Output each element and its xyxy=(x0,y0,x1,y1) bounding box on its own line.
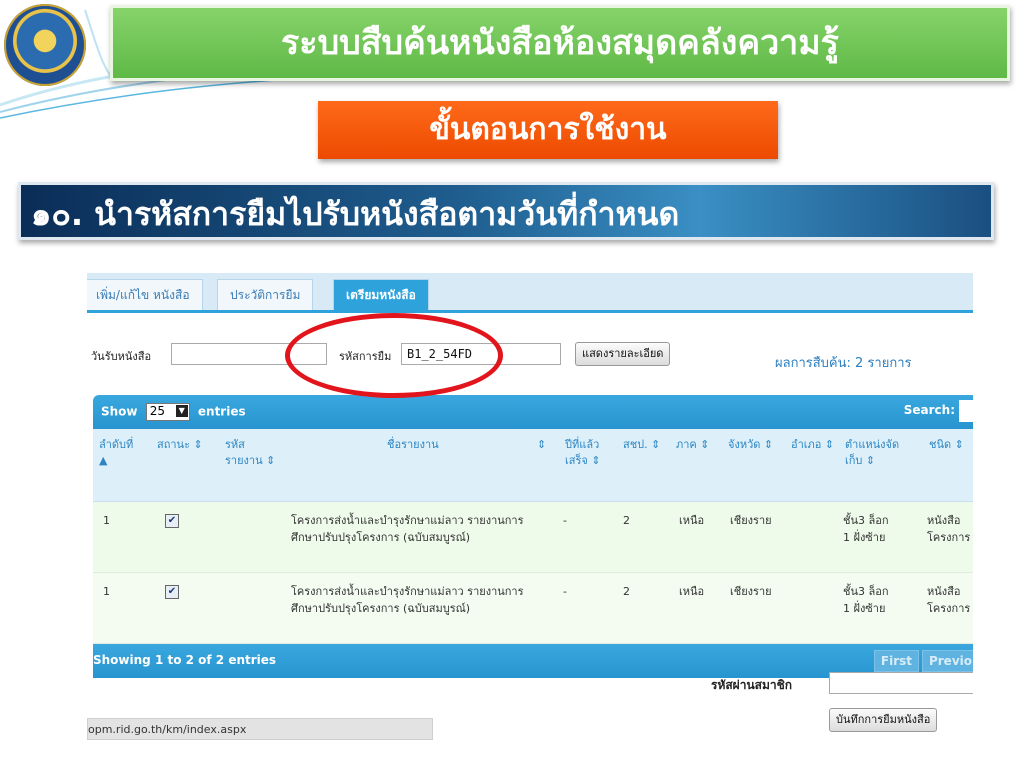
app-screenshot: เพิ่ม/แก้ไข หนังสือ ประวัติการยืม เตรียม… xyxy=(87,270,973,745)
status-bar-url: opm.rid.go.th/km/index.aspx xyxy=(87,718,433,740)
col-province[interactable]: จังหวัด ⇕ xyxy=(728,437,773,453)
slide-subtitle: ขั้นตอนการใช้งาน xyxy=(318,101,778,159)
col-type[interactable]: ชนิด ⇕ xyxy=(929,437,964,453)
col-year[interactable]: ปีที่แล้วเสร็จ ⇕ xyxy=(565,437,605,469)
search-result-count: ผลการสืบค้น: 2 รายการ xyxy=(775,356,912,371)
chevron-down-icon: ▼ xyxy=(175,405,188,417)
tab-edit-book[interactable]: เพิ่ม/แก้ไข หนังสือ xyxy=(87,279,203,310)
col-no[interactable]: ลำดับที่ ▲ xyxy=(99,437,139,469)
report-name: โครงการส่งน้ำและบำรุงรักษาแม่ลาว รายงานก… xyxy=(291,585,524,615)
table-header-row: ลำดับที่ ▲ สถานะ ⇕ รหัสรายงาน ⇕ ชื่อรายง… xyxy=(93,429,973,502)
first-page-button[interactable]: First xyxy=(873,650,919,672)
col-status[interactable]: สถานะ ⇕ xyxy=(157,437,213,453)
table-toolbar: Show 25 ▼ entries Search: xyxy=(93,395,973,429)
status-checkbox[interactable]: ✔ xyxy=(165,514,179,528)
search-label: Search: xyxy=(903,403,955,417)
show-detail-button[interactable]: แสดงรายละเอียด xyxy=(575,342,671,366)
tab-borrow-history[interactable]: ประวัติการยืม xyxy=(217,279,314,310)
col-code[interactable]: รหัสรายงาน ⇕ xyxy=(225,437,281,469)
previous-page-button[interactable]: Previo xyxy=(921,650,973,672)
status-checkbox[interactable]: ✔ xyxy=(165,585,179,599)
agency-seal-logo xyxy=(4,4,86,86)
entries-info: Showing 1 to 2 of 2 entries xyxy=(93,653,277,667)
member-password-label: รหัสผ่านสมาชิก xyxy=(711,678,793,692)
step-heading: ๑๐. นำรหัสการยืมไปรับหนังสือตามวันที่กำห… xyxy=(18,182,994,240)
tab-prepare-book[interactable]: เตรียมหนังสือ xyxy=(333,279,429,310)
report-name: โครงการส่งน้ำและบำรุงรักษาแม่ลาว รายงานก… xyxy=(291,514,524,544)
results-table: Show 25 ▼ entries Search: ลำดับที่ ▲ สถาน… xyxy=(93,395,973,678)
highlight-circle xyxy=(285,313,503,398)
save-borrow-button[interactable]: บันทึกการยืมหนังสือ xyxy=(829,708,938,732)
col-region[interactable]: ภาค ⇕ xyxy=(676,437,710,453)
slide-title: ระบบสืบค้นหนังสือห้องสมุดคลังความรู้ xyxy=(110,5,1010,81)
member-password-input[interactable] xyxy=(829,672,973,694)
col-district[interactable]: อำเภอ ⇕ xyxy=(791,437,834,453)
sort-icon: ⇕ xyxy=(537,438,547,451)
entries-label: entries xyxy=(197,404,246,419)
search-input[interactable] xyxy=(959,400,973,422)
col-office[interactable]: สชป. ⇕ xyxy=(623,437,660,453)
show-label: Show xyxy=(101,404,138,419)
entries-select[interactable]: 25 ▼ xyxy=(145,403,190,421)
table-row[interactable]: 1 ✔ โครงการส่งน้ำและบำรุงรักษาแม่ลาว ราย… xyxy=(93,573,973,644)
tab-bar: เพิ่ม/แก้ไข หนังสือ ประวัติการยืม เตรียม… xyxy=(87,270,973,313)
col-location[interactable]: ตำแหน่งจัดเก็บ ⇕ xyxy=(845,437,915,469)
receive-date-label: วันรับหนังสือ xyxy=(91,350,152,363)
table-row[interactable]: 1 ✔ โครงการส่งน้ำและบำรุงรักษาแม่ลาว ราย… xyxy=(93,502,973,573)
